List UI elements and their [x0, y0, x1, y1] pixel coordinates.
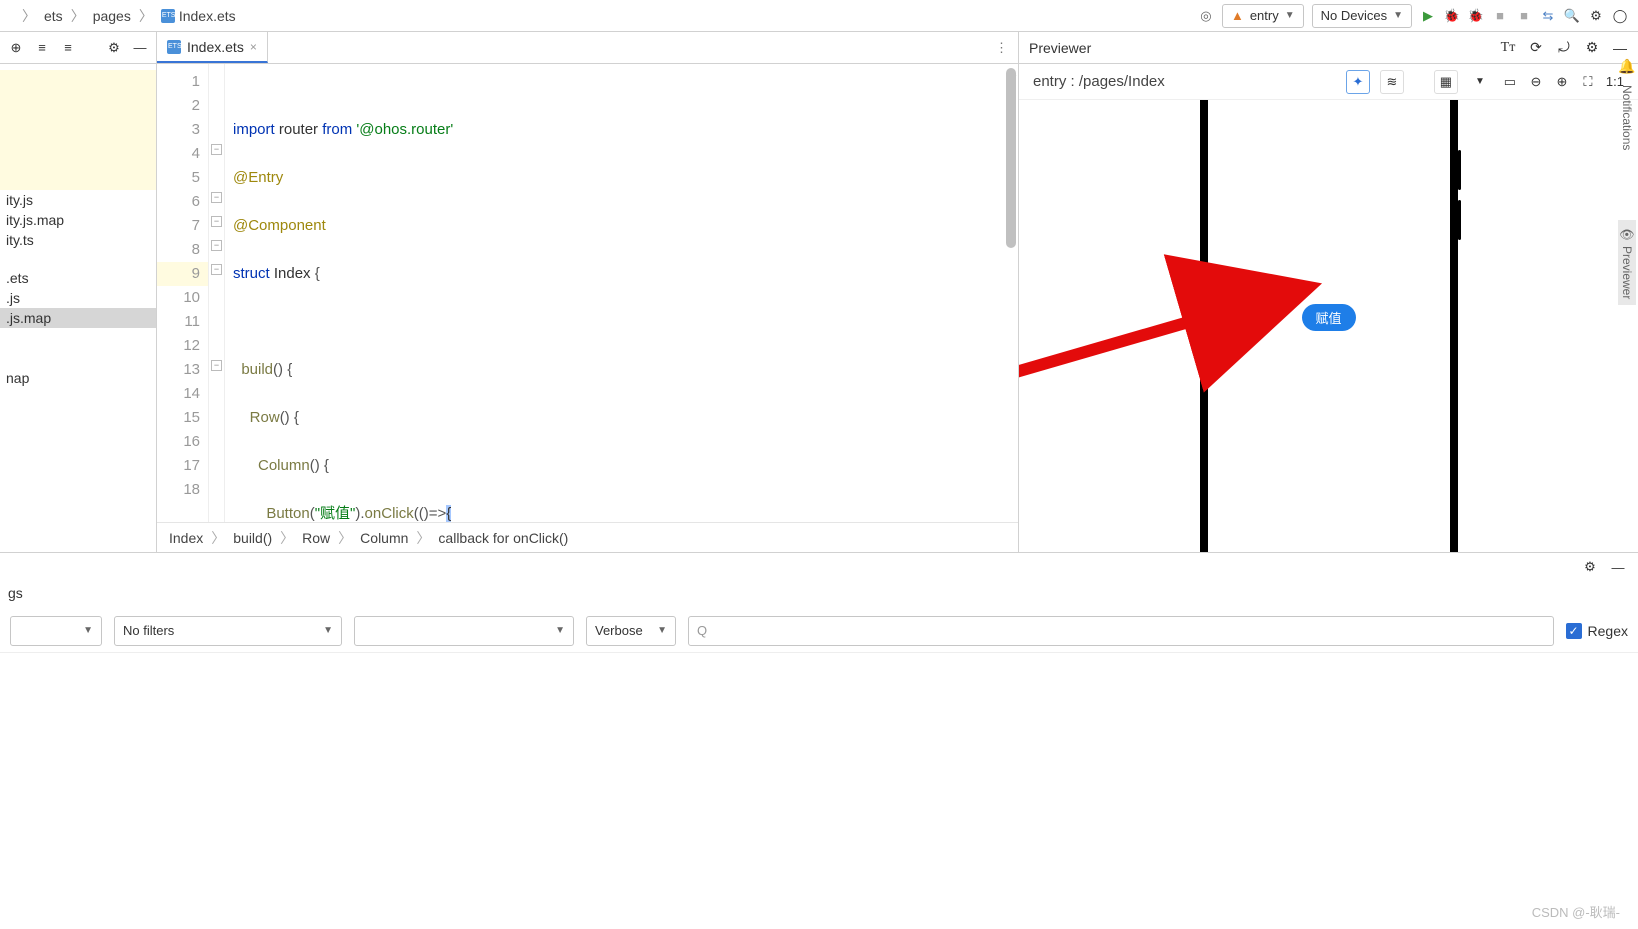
- device-label: No Devices: [1321, 8, 1387, 23]
- font-icon[interactable]: Tт: [1500, 40, 1516, 56]
- zoom-out-icon[interactable]: ⊖: [1528, 74, 1544, 90]
- previewer-pane: Previewer Tт ⟳ ⤾ ⚙ — entry : /pages/Inde…: [1018, 32, 1638, 552]
- rail-previewer[interactable]: 👁Previewer: [1618, 220, 1636, 305]
- module-label: entry: [1250, 8, 1279, 23]
- log-tab[interactable]: gs: [0, 581, 1638, 609]
- gear-icon[interactable]: ⚙: [1582, 559, 1598, 575]
- inspect-icon[interactable]: ✦: [1346, 70, 1370, 94]
- tree-item[interactable]: nap: [0, 368, 156, 388]
- tree-item[interactable]: ity.js: [0, 190, 156, 210]
- crumb-item[interactable]: ets: [40, 6, 67, 26]
- log-search[interactable]: Q: [688, 616, 1554, 646]
- layers-icon[interactable]: ≋: [1380, 70, 1404, 94]
- structure-breadcrumb[interactable]: Index〉 build()〉 Row〉 Column〉 callback fo…: [157, 522, 1018, 552]
- crumb-item[interactable]: [10, 14, 18, 18]
- sync-icon[interactable]: ⇆: [1540, 8, 1556, 24]
- project-sidebar: ⊕ ≡ ≡ ⚙ — ity.js ity.js.map ity.ts .ets …: [0, 32, 157, 552]
- fold-column[interactable]: − − − − − −: [209, 64, 225, 522]
- fit-icon[interactable]: ⛶: [1580, 74, 1596, 90]
- navbar-toolbar: ◎ ▲ entry ▼ No Devices ▼ ▶ 🐞 🐞 ■ ■ ⇆ 🔍 ⚙…: [1198, 4, 1628, 28]
- search-icon[interactable]: 🔍: [1564, 8, 1580, 24]
- log-output[interactable]: [0, 653, 1638, 803]
- refresh-icon[interactable]: ⟳: [1528, 40, 1544, 56]
- phone-frame: 赋值: [1200, 100, 1458, 552]
- right-tool-rail: 🔔 Notifications 👁Previewer: [1616, 54, 1638, 305]
- crumb-item[interactable]: Index.ets: [157, 6, 240, 26]
- collapse-icon[interactable]: ≡: [60, 40, 76, 56]
- minimize-icon[interactable]: —: [1610, 559, 1626, 575]
- minimize-icon[interactable]: —: [132, 40, 148, 56]
- rotate-icon[interactable]: ⤾: [1556, 40, 1572, 56]
- rail-notifications[interactable]: Notifications: [1618, 79, 1636, 156]
- device-filter[interactable]: ▼: [10, 616, 102, 646]
- stop-icon[interactable]: ■: [1492, 8, 1508, 24]
- more-icon[interactable]: ⋮: [985, 40, 1018, 56]
- module-icon: ▲: [1231, 8, 1244, 23]
- run-icon[interactable]: ▶: [1420, 8, 1436, 24]
- level-filter[interactable]: Verbose▼: [586, 616, 676, 646]
- regex-toggle[interactable]: ✓ Regex: [1566, 623, 1628, 639]
- scrollbar-thumb[interactable]: [1006, 68, 1016, 248]
- checkbox-icon: ✓: [1566, 623, 1582, 639]
- code-text[interactable]: import router from '@ohos.router' @Entry…: [225, 64, 1018, 522]
- tab-label: Index.ets: [187, 39, 244, 55]
- tree-item[interactable]: .ets: [0, 268, 156, 288]
- line-gutter: 123456789101112131415161718: [157, 64, 209, 522]
- editor-pane: Index.ets × ⋮ 12345678910111213141516171…: [157, 32, 1018, 552]
- gear-icon[interactable]: ⚙: [106, 40, 122, 56]
- debug-icon[interactable]: 🐞: [1444, 8, 1460, 24]
- close-icon[interactable]: ×: [250, 40, 257, 54]
- tree-item[interactable]: ity.js.map: [0, 210, 156, 230]
- log-filter[interactable]: No filters▼: [114, 616, 342, 646]
- expand-icon[interactable]: ≡: [34, 40, 50, 56]
- sidebar-toolbar: ⊕ ≡ ≡ ⚙ —: [0, 32, 156, 64]
- chevron-down-icon[interactable]: ▼: [1468, 70, 1492, 94]
- bell-icon[interactable]: 🔔: [1618, 58, 1635, 75]
- zoom-in-icon[interactable]: ⊕: [1554, 74, 1570, 90]
- ets-file-icon: [161, 9, 175, 23]
- device-preview: 赋值: [1019, 100, 1638, 552]
- tree-item[interactable]: ity.ts: [0, 230, 156, 250]
- ets-file-icon: [167, 40, 181, 54]
- module-selector[interactable]: ▲ entry ▼: [1222, 4, 1304, 28]
- tree-item[interactable]: .js: [0, 288, 156, 308]
- gear-icon[interactable]: ⚙: [1588, 8, 1604, 24]
- watermark: CSDN @-耿瑞-: [1532, 902, 1620, 921]
- crop-icon[interactable]: ▭: [1502, 74, 1518, 90]
- log-panel: ⚙ — gs ▼ No filters▼ ▼ Verbose▼ Q ✓ Rege…: [0, 552, 1638, 803]
- search-icon: Q: [697, 623, 707, 638]
- previewer-title: Previewer: [1029, 40, 1091, 56]
- gear-icon[interactable]: ⚙: [1584, 40, 1600, 56]
- preview-button[interactable]: 赋值: [1301, 304, 1355, 331]
- code-editor[interactable]: 123456789101112131415161718 − − − − − − …: [157, 64, 1018, 522]
- preview-path: entry : /pages/Index: [1033, 73, 1165, 90]
- tree-item-selected[interactable]: .js.map: [0, 308, 156, 328]
- device-selector[interactable]: No Devices ▼: [1312, 4, 1412, 28]
- top-navbar: 〉 ets〉 pages〉 Index.ets ◎ ▲ entry ▼ No D…: [0, 0, 1638, 32]
- stop2-icon[interactable]: ■: [1516, 8, 1532, 24]
- tag-filter[interactable]: ▼: [354, 616, 574, 646]
- crumb-item[interactable]: pages: [89, 6, 135, 26]
- editor-scrollbar[interactable]: ✔: [1004, 64, 1018, 522]
- locate-icon[interactable]: ⊕: [8, 40, 24, 56]
- user-icon[interactable]: ◯: [1612, 8, 1628, 24]
- breadcrumb: 〉 ets〉 pages〉 Index.ets: [10, 6, 240, 26]
- attach-debug-icon[interactable]: 🐞: [1468, 8, 1484, 24]
- project-tree[interactable]: ity.js ity.js.map ity.ts .ets .js .js.ma…: [0, 64, 156, 552]
- target-icon[interactable]: ◎: [1198, 8, 1214, 24]
- grid-icon[interactable]: ▦: [1434, 70, 1458, 94]
- editor-tab[interactable]: Index.ets ×: [157, 32, 268, 63]
